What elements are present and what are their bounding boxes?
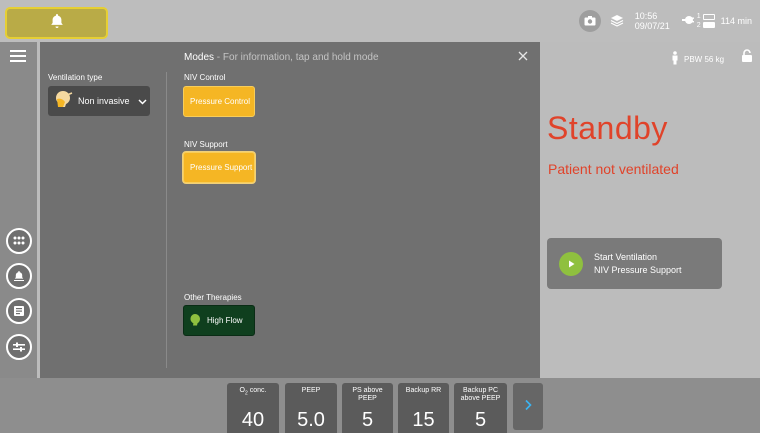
param-pc-value: 5 bbox=[474, 409, 487, 431]
start-ventilation-button[interactable]: Start Ventilation NIV Pressure Support bbox=[547, 238, 722, 289]
monitoring-icon[interactable] bbox=[6, 298, 32, 324]
battery-1-label: 1 bbox=[696, 13, 701, 20]
modes-panel: Modes - For information, tap and hold mo… bbox=[40, 42, 540, 378]
param-ps-value: 5 bbox=[361, 409, 374, 431]
niv-support-label: NIV Support bbox=[184, 140, 228, 149]
ventilation-type-value: Non invasive bbox=[78, 96, 130, 106]
pressure-support-label: Pressure Support bbox=[190, 163, 253, 172]
battery-numbers: 1 2 bbox=[697, 12, 701, 30]
ventilation-type-label: Ventilation type bbox=[48, 73, 103, 82]
parameter-bar: O2 conc. 40 PEEP 5.0 PS above PEEP 5 Bac… bbox=[0, 378, 760, 433]
panel-divider bbox=[166, 72, 167, 368]
pressure-support-button[interactable]: Pressure Support bbox=[183, 152, 255, 183]
param-ps-label: PS above PEEP bbox=[352, 387, 383, 402]
high-flow-icon bbox=[190, 313, 201, 328]
param-peep-value: 5.0 bbox=[297, 409, 325, 431]
pbw-text: PBW 56 kg bbox=[684, 54, 725, 64]
standby-title: Standby bbox=[547, 110, 668, 146]
pressure-control-label: Pressure Control bbox=[190, 97, 251, 106]
panel-title: Modes - For information, tap and hold mo… bbox=[184, 52, 379, 63]
patient-status-text: Patient not ventilated bbox=[548, 161, 679, 177]
ventilation-type-dropdown[interactable]: Non invasive bbox=[48, 86, 150, 116]
panel-title-main: Modes bbox=[184, 52, 215, 63]
start-line-2: NIV Pressure Support bbox=[594, 264, 682, 275]
alarm-settings-icon[interactable] bbox=[6, 263, 32, 289]
panel-title-hint: - For information, tap and hold mode bbox=[214, 52, 379, 63]
battery-2-label: 2 bbox=[696, 22, 701, 29]
play-icon bbox=[559, 251, 583, 276]
date-time: 10:56 09/07/21 bbox=[635, 11, 670, 31]
date-text: 09/07/21 bbox=[634, 21, 670, 31]
other-therapies-label: Other Therapies bbox=[184, 293, 242, 302]
remaining-time: 114 min bbox=[720, 16, 752, 26]
param-backup-pc[interactable]: Backup PC above PEEP 5 bbox=[454, 383, 507, 433]
param-ps-above-peep[interactable]: PS above PEEP 5 bbox=[342, 383, 393, 433]
top-bar: 10:56 09/07/21 1 2 114 min bbox=[0, 0, 760, 42]
param-peep-label: PEEP bbox=[301, 387, 321, 394]
person-icon bbox=[671, 51, 679, 67]
param-pc-label: Backup PC above PEEP bbox=[460, 387, 501, 402]
start-ventilation-text: Start Ventilation NIV Pressure Support bbox=[594, 251, 682, 277]
chevron-down-icon bbox=[138, 92, 147, 110]
patient-weight[interactable]: PBW 56 kg bbox=[671, 51, 724, 67]
battery-2-icon bbox=[702, 22, 715, 28]
apps-grid-icon[interactable] bbox=[6, 228, 32, 254]
param-rr-label: Backup RR bbox=[405, 387, 442, 394]
close-icon[interactable] bbox=[516, 49, 530, 63]
niv-control-label: NIV Control bbox=[184, 73, 226, 82]
param-o2-conc[interactable]: O2 conc. 40 bbox=[227, 383, 279, 433]
high-flow-label: High Flow bbox=[207, 316, 243, 325]
plug-icon bbox=[681, 12, 694, 30]
system-status: 10:56 09/07/21 1 2 114 min bbox=[578, 6, 760, 36]
param-peep[interactable]: PEEP 5.0 bbox=[285, 383, 337, 433]
battery-1-icon bbox=[702, 14, 715, 20]
menu-icon[interactable] bbox=[8, 48, 28, 64]
pressure-control-button[interactable]: Pressure Control bbox=[183, 86, 255, 117]
param-rr-value: 15 bbox=[412, 409, 435, 431]
left-sidebar bbox=[0, 42, 37, 378]
screenshot-icon[interactable] bbox=[578, 10, 601, 32]
param-o2-value: 40 bbox=[241, 409, 265, 431]
bell-icon bbox=[49, 13, 65, 34]
time-text: 10:56 bbox=[634, 11, 658, 21]
tools-icon[interactable] bbox=[6, 334, 32, 360]
status-area: PBW 56 kg Standby Patient not ventilated… bbox=[540, 42, 760, 378]
param-backup-rr[interactable]: Backup RR 15 bbox=[398, 383, 449, 433]
more-params-button[interactable] bbox=[513, 383, 543, 430]
lock-icon[interactable] bbox=[741, 49, 753, 68]
param-o2-label: O2 conc. bbox=[239, 387, 267, 397]
power-status[interactable]: 1 2 114 min bbox=[681, 12, 756, 30]
start-line-1: Start Ventilation bbox=[594, 251, 658, 262]
chevron-right-icon bbox=[524, 398, 532, 416]
battery-icons bbox=[702, 14, 715, 28]
mask-icon bbox=[54, 90, 74, 113]
patient-data-icon[interactable] bbox=[607, 11, 627, 31]
high-flow-button[interactable]: High Flow bbox=[183, 305, 255, 336]
alarm-button[interactable] bbox=[5, 7, 108, 39]
